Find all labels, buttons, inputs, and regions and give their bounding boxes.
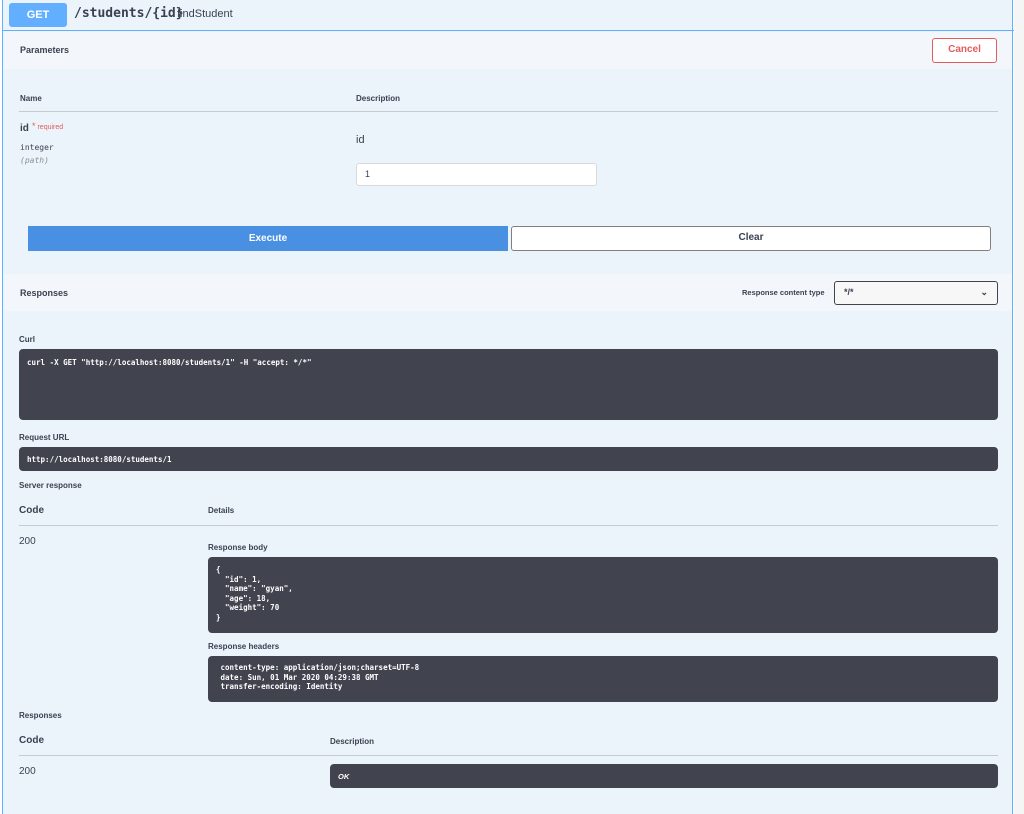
- responses-col-code: Code: [19, 735, 44, 746]
- responses-description: OK: [330, 764, 998, 788]
- responses-divider: [19, 755, 998, 756]
- param-required-badge: * required: [32, 121, 64, 131]
- operation-summary-text: findStudent: [177, 8, 233, 20]
- server-response-col-code: Code: [19, 505, 44, 516]
- response-content-type-label: Response content type: [742, 288, 825, 297]
- param-id-input[interactable]: 1: [356, 163, 597, 186]
- params-col-name: Name: [20, 94, 42, 103]
- execute-button[interactable]: Execute: [28, 226, 508, 251]
- server-response-code: 200: [19, 536, 36, 547]
- operation-block: GET /students/{id} findStudent Parameter…: [2, 0, 1014, 814]
- response-body-label: Response body: [208, 543, 268, 552]
- server-response-col-details: Details: [208, 506, 235, 515]
- cancel-button[interactable]: Cancel: [932, 38, 997, 63]
- param-required-label: required: [37, 124, 64, 131]
- responses-label: Responses: [19, 711, 62, 720]
- parameters-title: Parameters: [20, 45, 70, 55]
- response-headers-label: Response headers: [208, 642, 280, 651]
- request-url-value[interactable]: http://localhost:8080/students/1: [19, 447, 998, 471]
- server-response-divider: [19, 525, 998, 526]
- param-description: id: [356, 134, 365, 146]
- parameters-header: Parameters: [4, 32, 1012, 69]
- operation-path: /students/{id}: [74, 6, 184, 21]
- scrollbar-track[interactable]: [1014, 0, 1024, 814]
- params-col-description: Description: [356, 94, 401, 103]
- param-name: id: [20, 123, 29, 134]
- request-url-label: Request URL: [19, 433, 70, 442]
- response-content-type-select[interactable]: */* ⌄: [834, 281, 998, 305]
- params-divider: [19, 111, 998, 112]
- chevron-down-icon: ⌄: [980, 287, 988, 297]
- curl-label: Curl: [19, 335, 35, 344]
- responses-code: 200: [19, 766, 36, 777]
- method-badge: GET: [9, 3, 67, 27]
- curl-command[interactable]: curl -X GET "http://localhost:8080/stude…: [19, 349, 998, 420]
- operation-summary[interactable]: GET /students/{id} findStudent: [3, 0, 1014, 31]
- responses-description-text: OK: [338, 772, 350, 781]
- response-headers[interactable]: content-type: application/json;charset=U…: [208, 656, 998, 702]
- server-response-label: Server response: [19, 481, 82, 490]
- response-content-type-value: */*: [844, 287, 854, 297]
- param-location: (path): [20, 156, 49, 165]
- responses-title: Responses: [20, 288, 69, 298]
- responses-col-description: Description: [330, 737, 375, 746]
- clear-button[interactable]: Clear: [511, 226, 991, 251]
- response-body[interactable]: { "id": 1, "name": "gyan", "age": 18, "w…: [208, 557, 998, 633]
- param-type: integer: [20, 143, 54, 152]
